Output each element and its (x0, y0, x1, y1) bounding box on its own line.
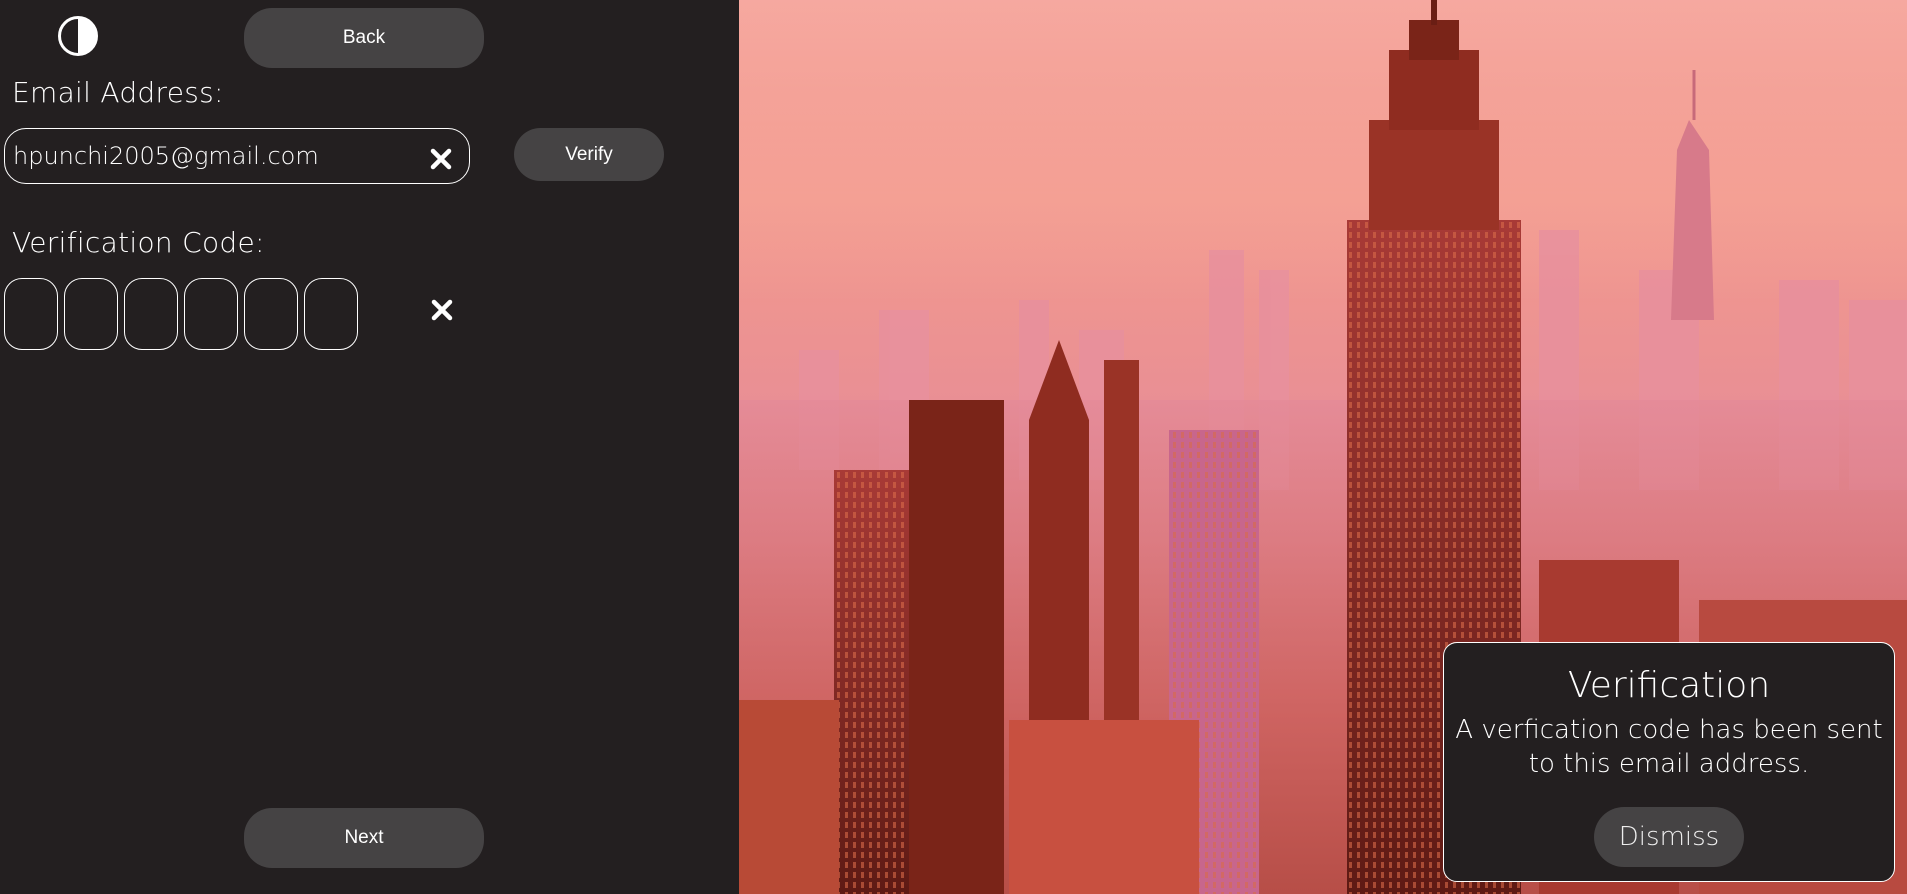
notice-message-line-1: A verfication code has been sent (1455, 715, 1883, 745)
email-value: hpunchi2005@gmail.com (13, 142, 319, 170)
verification-notice: Verification A verfication code has been… (1443, 642, 1895, 882)
verify-button[interactable]: Verify (514, 128, 664, 181)
close-icon[interactable] (430, 148, 452, 170)
email-label: Email Address: (12, 76, 224, 109)
code-digit-2[interactable] (64, 278, 118, 350)
next-button[interactable]: Next (244, 808, 484, 868)
back-button[interactable]: Back (244, 8, 484, 68)
code-digit-1[interactable] (4, 278, 58, 350)
code-digit-4[interactable] (184, 278, 238, 350)
notice-message-line-2: to this email address. (1528, 749, 1810, 779)
code-digit-6[interactable] (304, 278, 358, 350)
email-field[interactable]: hpunchi2005@gmail.com (4, 128, 470, 184)
notice-message: A verfication code has been sent to this… (1454, 713, 1884, 781)
form-panel: Back Email Address: hpunchi2005@gmail.co… (0, 0, 739, 894)
dismiss-button[interactable]: Dismiss (1594, 807, 1744, 867)
verification-code-label: Verification Code: (12, 226, 265, 259)
notice-title: Verification (1567, 665, 1771, 706)
code-digit-3[interactable] (124, 278, 178, 350)
code-digit-5[interactable] (244, 278, 298, 350)
close-icon[interactable] (431, 299, 453, 321)
contrast-icon[interactable] (58, 16, 98, 56)
